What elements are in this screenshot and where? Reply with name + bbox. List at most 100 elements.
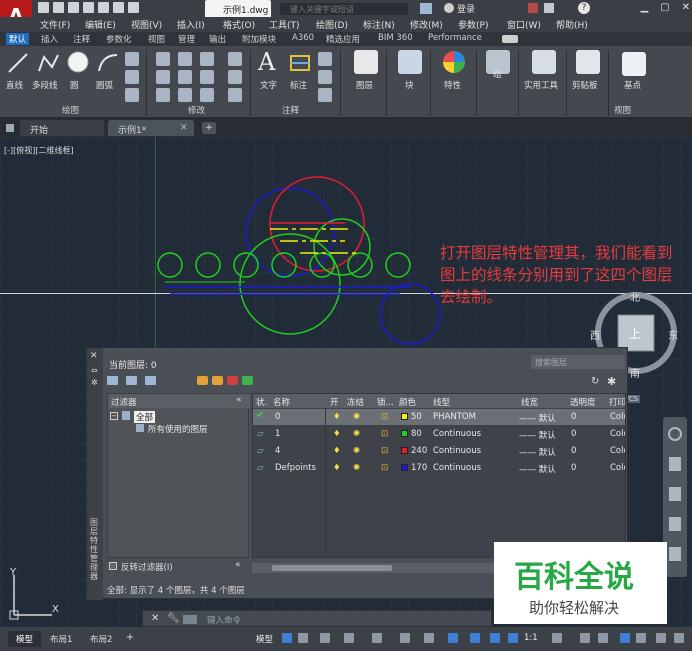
text-button[interactable]: 文字 xyxy=(260,79,277,91)
file-tab[interactable]: 示例1.dwg xyxy=(205,0,271,17)
color-swatch[interactable] xyxy=(401,464,408,471)
lineweight[interactable]: —— 默认 xyxy=(519,412,556,424)
tab-bim360[interactable]: BIM 360 xyxy=(378,33,413,43)
tab-home[interactable]: 默认 xyxy=(6,33,30,45)
menu-tools[interactable]: 工具(T) xyxy=(269,18,300,31)
tab-start[interactable]: 开始 xyxy=(20,120,104,136)
osnap-icon[interactable] xyxy=(424,633,434,643)
arc-icon[interactable] xyxy=(96,51,120,75)
dimension-button[interactable]: 标注 xyxy=(290,79,307,91)
clipboard-button[interactable]: 剪贴板 xyxy=(572,79,598,91)
binoculars-icon[interactable] xyxy=(420,3,432,14)
gradient-icon[interactable] xyxy=(125,88,139,102)
color-index[interactable]: 80 xyxy=(411,429,422,439)
table-row[interactable]: ✔ 0 ♦ ✺ ⊡ 50 PHANTOM —— 默认 0 Colo xyxy=(253,409,625,425)
scroll-thumb[interactable] xyxy=(272,565,392,571)
close-command-icon[interactable]: ✕ xyxy=(151,613,159,624)
ortho-icon[interactable] xyxy=(320,633,330,643)
base-point-button[interactable]: 基点 xyxy=(624,79,641,91)
trim-icon[interactable] xyxy=(200,52,214,66)
polyline-icon[interactable] xyxy=(36,51,60,75)
transparency[interactable]: 0 xyxy=(571,412,576,422)
refresh-icon[interactable]: ↻ xyxy=(591,376,599,387)
help-icon[interactable]: ? xyxy=(578,2,590,14)
settings-icon[interactable]: ✱ xyxy=(607,375,616,388)
tab-performance[interactable]: Performance xyxy=(428,33,482,43)
tab-layout2[interactable]: 布局2 xyxy=(82,631,120,647)
menu-edit[interactable]: 编辑(E) xyxy=(85,18,116,31)
delete-layer-icon[interactable] xyxy=(227,376,238,385)
fillet-icon[interactable] xyxy=(200,70,214,84)
color-index[interactable]: 50 xyxy=(411,412,422,422)
cube-top-face[interactable]: 上 xyxy=(629,325,641,342)
polyline-button[interactable]: 多段线 xyxy=(32,79,58,91)
utilities-button[interactable]: 实用工具 xyxy=(524,79,558,91)
bulb-on-icon[interactable]: ♦ xyxy=(333,463,341,473)
linetype[interactable]: Continuous xyxy=(433,429,481,439)
menu-parametric[interactable]: 参数(P) xyxy=(458,18,488,31)
pan-icon[interactable] xyxy=(669,457,681,471)
col-name[interactable]: 名称 xyxy=(273,396,290,408)
sign-in-link[interactable]: 登录 xyxy=(457,2,475,15)
new-group-filter-icon[interactable] xyxy=(126,376,137,385)
dimension-icon[interactable] xyxy=(288,52,312,74)
table-icon[interactable] xyxy=(318,70,332,84)
palette-properties-icon[interactable]: ✲ xyxy=(91,378,98,387)
stretch-icon[interactable] xyxy=(156,88,170,102)
unlock-icon[interactable]: ⊡ xyxy=(381,446,388,456)
arc-button[interactable]: 圆弧 xyxy=(96,79,113,91)
group-button[interactable]: 组 xyxy=(493,68,502,80)
col-status[interactable]: 状. xyxy=(256,396,267,408)
lineweight[interactable]: —— 默认 xyxy=(519,429,556,441)
copy-icon[interactable] xyxy=(156,70,170,84)
color-swatch[interactable] xyxy=(401,430,408,437)
close-tab-icon[interactable]: ✕ xyxy=(180,123,188,133)
rectangle-icon[interactable] xyxy=(125,52,139,66)
isolate-objects-icon[interactable] xyxy=(656,633,666,643)
menu-file[interactable]: 文件(F) xyxy=(40,18,70,31)
linetype[interactable]: PHANTOM xyxy=(433,412,476,422)
sun-icon[interactable]: ✺ xyxy=(353,463,360,473)
menu-help[interactable]: 帮助(H) xyxy=(556,18,588,31)
tab-featured-apps[interactable]: 精选应用 xyxy=(326,33,360,45)
tab-annotate[interactable]: 注释 xyxy=(73,33,90,45)
auto-scale-icon[interactable] xyxy=(508,633,518,643)
properties-button[interactable]: 特性 xyxy=(444,79,461,91)
exchange-icon[interactable] xyxy=(528,3,538,13)
layers-icon[interactable] xyxy=(354,50,378,74)
layer-name[interactable]: 4 xyxy=(275,446,280,456)
search-input[interactable]: 键入关键字或短语 xyxy=(280,3,408,15)
quick-properties-icon[interactable] xyxy=(620,633,630,643)
menu-view[interactable]: 视图(V) xyxy=(131,18,162,31)
open-icon[interactable] xyxy=(53,2,64,13)
polar-icon[interactable] xyxy=(344,633,354,643)
table-row[interactable]: ▱ 4 ♦ ✺ ⊡ 240 Continuous —— 默认 0 Colo xyxy=(253,443,625,459)
maximize-icon[interactable]: ▢ xyxy=(660,2,669,15)
collapse-filters-icon[interactable]: « xyxy=(236,395,242,405)
unlock-icon[interactable]: ⊡ xyxy=(381,429,388,439)
bulb-on-icon[interactable]: ♦ xyxy=(333,446,341,456)
sun-icon[interactable]: ✺ xyxy=(353,429,360,439)
command-line[interactable]: ✕ 🔧︎ 键入命令 xyxy=(142,610,492,627)
command-input[interactable]: 键入命令 xyxy=(207,614,241,626)
tab-manage[interactable]: 管理 xyxy=(178,33,195,45)
unlock-icon[interactable]: ⊡ xyxy=(381,463,388,473)
steering-wheel-icon[interactable] xyxy=(668,427,682,441)
layer-states-icon[interactable] xyxy=(145,376,156,385)
palette-title-bar[interactable]: ✕ ⇔ ✲ 图层特性管理器 xyxy=(87,348,103,600)
transparency[interactable]: 0 xyxy=(571,429,576,439)
set-current-icon[interactable] xyxy=(242,376,253,385)
linetype[interactable]: Continuous xyxy=(433,463,481,473)
grid-icon[interactable] xyxy=(282,633,292,643)
new-icon[interactable] xyxy=(38,2,49,13)
menu-format[interactable]: 格式(O) xyxy=(223,18,255,31)
new-property-filter-icon[interactable] xyxy=(107,376,118,385)
explode-icon[interactable] xyxy=(228,70,242,84)
linetype[interactable]: Continuous xyxy=(433,446,481,456)
osnap-tracking-icon[interactable] xyxy=(400,633,410,643)
array-icon[interactable] xyxy=(200,88,214,102)
scale-icon[interactable] xyxy=(178,88,192,102)
customize-icon[interactable]: 🔧︎ xyxy=(167,613,180,624)
workspace-icon[interactable] xyxy=(552,633,562,643)
circle-icon[interactable] xyxy=(66,50,90,74)
